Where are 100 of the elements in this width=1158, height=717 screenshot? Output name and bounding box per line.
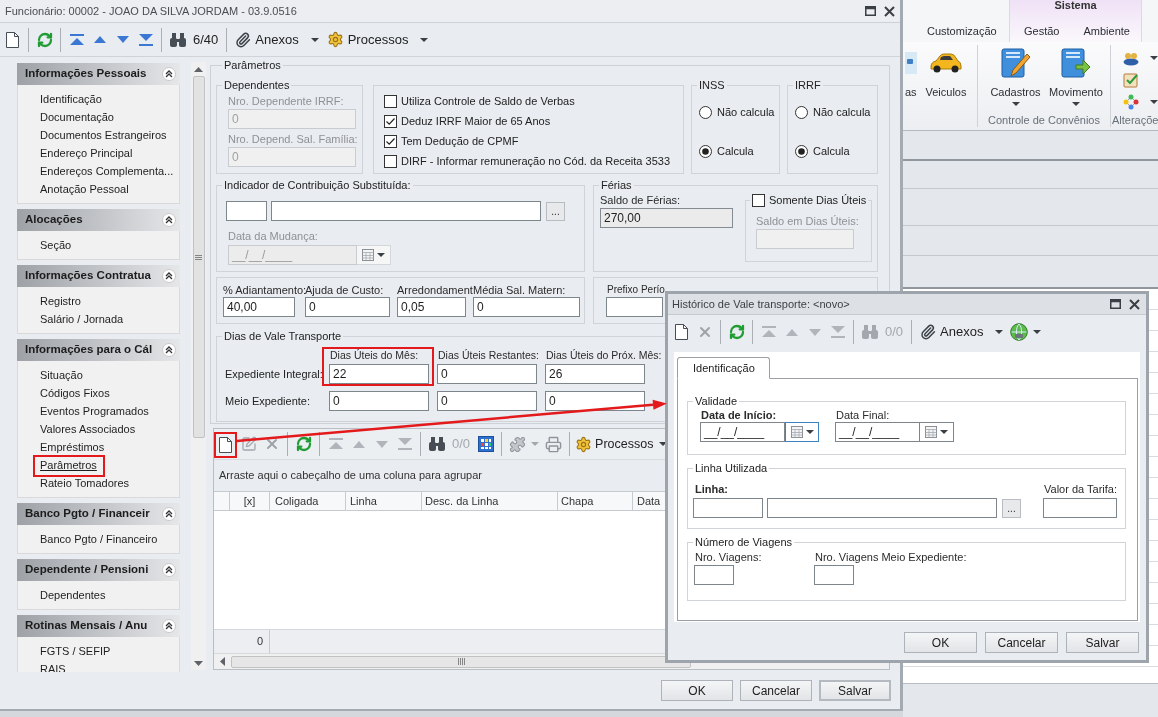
ribbon-tab[interactable]: Customização [921,21,1003,41]
column-header[interactable]: Coligada [270,492,346,510]
action-button[interactable]: Cancelar [740,680,812,701]
input-field[interactable]: 0,05 [397,297,466,317]
close-button[interactable] [884,5,895,17]
input-field[interactable]: 26 [545,364,645,384]
input-field[interactable]: 0 [473,297,580,317]
sidebar-link[interactable]: Empréstimos [40,440,105,454]
group-title: Dependentes [223,78,291,92]
sidebar-link[interactable]: Rateio Tomadores [40,476,130,490]
sidebar-link[interactable]: Códigos Fixos [40,386,110,400]
caret-icon [1011,102,1020,106]
sidebar-link[interactable]: Dependentes [40,588,106,602]
field-label: Saldo de Férias: [600,194,681,207]
date-input[interactable]: __/__/____ [700,422,785,442]
action-button[interactable]: Salvar [819,680,891,701]
toolbar-button[interactable] [214,432,237,458]
input-field[interactable]: 0 [329,391,429,411]
input-field[interactable] [1043,498,1117,518]
scroll-thumb[interactable] [192,76,205,438]
column-header[interactable]: Desc. da Linha [422,492,558,510]
group-header[interactable]: Informações Contratua [17,265,180,287]
sidebar-link[interactable]: Endereços Complementa... [40,164,174,178]
ribbon-button[interactable]: Cadastros [988,42,1043,114]
checkbox[interactable] [384,114,397,128]
input-field[interactable]: 0 [545,391,645,411]
group-title: Dias de Vale Transporte [223,329,343,343]
group-title: Parâmetros [223,58,282,72]
sidebar-link[interactable]: Salário / Jornada [40,312,124,326]
caret-icon [805,430,814,434]
calendar-button[interactable] [920,422,954,442]
ribbon-tab[interactable]: Ambiente [1077,21,1136,41]
sidebar-link[interactable]: Documentos Estrangeiros [40,128,167,142]
input-field[interactable] [606,297,663,317]
group-header[interactable]: Alocações [17,209,180,231]
action-button[interactable]: OK [904,632,977,653]
input-field[interactable]: 270,00 [600,208,733,228]
column-header[interactable]: Linha [346,492,422,510]
field-label: Ajuda de Custo: [305,284,384,297]
input-field[interactable] [814,565,854,585]
calendar-button[interactable] [785,422,819,442]
tab[interactable]: Identificação [677,357,770,379]
column-header[interactable]: Chapa [558,492,633,510]
sidebar-link[interactable]: Identificação [40,92,102,106]
lookup-button[interactable]: ... [1002,498,1021,518]
sidebar-link[interactable]: Anotação Pessoal [40,182,129,196]
sidebar-link[interactable]: Documentação [40,110,114,124]
sidebar-link[interactable]: Situação [40,368,83,382]
maximize-button[interactable] [1110,299,1121,309]
input-field[interactable] [226,201,267,221]
input-field[interactable]: 0 [437,391,537,411]
group-header[interactable]: Informações Pessoais [17,63,180,85]
radio-button[interactable] [699,105,712,119]
group-header[interactable]: Rotinas Mensais / Anu [17,615,180,637]
group-header[interactable]: Banco Pgto / Financeir [17,503,180,525]
sidebar-link[interactable]: Valores Associados [40,422,136,436]
ribbon-button[interactable]: as [903,42,918,130]
input-field[interactable] [693,498,763,518]
vertical-scrollbar[interactable] [191,62,206,670]
checkbox[interactable] [384,94,397,108]
sidebar-link[interactable]: Parâmetros [40,458,97,472]
maximize-button[interactable] [865,6,876,16]
input-field[interactable] [767,498,997,518]
radio-button[interactable] [795,105,808,119]
action-button[interactable]: OK [661,680,733,701]
input-field[interactable]: 40,00 [223,297,295,317]
group-header[interactable]: Dependente / Pensioni [17,559,180,581]
checkbox[interactable] [752,194,765,207]
input-field[interactable] [694,565,734,585]
close-button[interactable] [1129,298,1140,310]
date-input[interactable]: __/__/____ [835,422,920,442]
radio-button[interactable] [795,144,808,158]
checkbox[interactable] [384,154,397,168]
input-field[interactable]: 0 [305,297,390,317]
scroll-thumb[interactable] [231,655,691,668]
menu-button[interactable]: Anexos [231,27,323,52]
action-button[interactable]: Salvar [1066,632,1139,653]
menu-button[interactable]: Processos [322,27,433,52]
menu-button[interactable]: Anexos [916,320,1008,344]
group-header[interactable]: Informações para o Cál [17,339,180,361]
ribbon-button[interactable]: Movimento [1048,42,1104,114]
action-button[interactable]: Cancelar [985,632,1058,653]
sidebar-link[interactable]: Registro [40,294,81,308]
sidebar-link[interactable]: Eventos Programados [40,404,149,418]
checkbox[interactable] [384,134,397,148]
sidebar-link[interactable]: RAIS [40,662,66,672]
field-label: Data Final: [836,409,890,422]
ribbon-button[interactable]: Veiculos [925,42,967,130]
sidebar-link[interactable]: Seção [40,238,72,252]
sidebar-link[interactable]: FGTS / SEFIP [40,644,111,658]
ribbon-small-button[interactable] [1123,93,1158,110]
ribbon-tab[interactable]: Gestão [1018,21,1066,41]
input-field[interactable] [271,201,541,221]
sidebar-link[interactable]: Endereço Principal [40,146,133,160]
sidebar-link[interactable]: Banco Pgto / Financeiro [40,532,158,546]
radio-button[interactable] [699,144,712,158]
input-field[interactable]: 22 [329,364,429,384]
lookup-button[interactable]: ... [546,201,565,221]
input-field[interactable]: 0 [437,364,537,384]
column-header[interactable]: [x] [230,492,270,510]
